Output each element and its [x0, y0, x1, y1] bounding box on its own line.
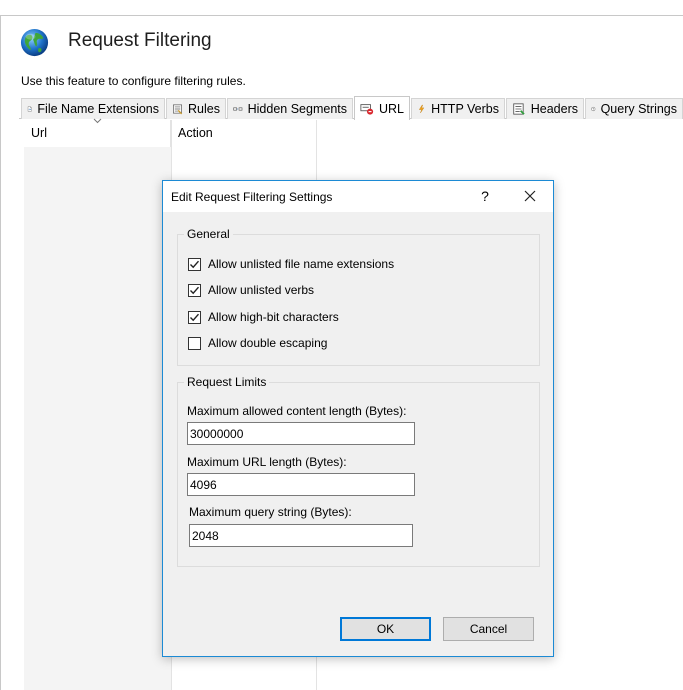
- checkmark-icon: [190, 260, 200, 268]
- rules-icon: [173, 104, 183, 115]
- general-group: General Allow unlisted file name extensi…: [177, 227, 540, 366]
- checkbox-label: Allow high-bit characters: [208, 310, 339, 324]
- close-icon[interactable]: [519, 186, 541, 206]
- page-description: Use this feature to configure filtering …: [21, 74, 246, 88]
- tab-rules[interactable]: Rules: [166, 98, 226, 119]
- column-header-action[interactable]: Action: [178, 126, 213, 140]
- tab-label: Hidden Segments: [247, 102, 347, 116]
- general-legend: General: [184, 227, 233, 241]
- column-header-url[interactable]: Url: [24, 118, 171, 147]
- file-extension-icon: [27, 106, 32, 112]
- ok-button[interactable]: OK: [340, 617, 431, 641]
- lightning-icon: [418, 104, 425, 114]
- edit-request-filtering-dialog: Edit Request Filtering Settings ? Genera…: [162, 180, 554, 657]
- window-top-frame: [0, 0, 683, 16]
- feature-tabstrip: File Name Extensions Rules Hidden Segmen…: [19, 96, 683, 120]
- window-left-frame: [0, 16, 1, 690]
- max-query-string-input[interactable]: [189, 524, 413, 547]
- tab-url[interactable]: URL: [354, 96, 410, 120]
- help-circle-icon: [591, 106, 596, 112]
- max-content-length-input[interactable]: [187, 422, 415, 445]
- checkbox-box[interactable]: [188, 310, 201, 324]
- tab-http-verbs[interactable]: HTTP Verbs: [411, 98, 505, 119]
- checkbox-label: Allow unlisted file name extensions: [208, 257, 395, 271]
- checkbox-label: Allow double escaping: [208, 336, 328, 350]
- tab-label: Query Strings: [600, 102, 677, 116]
- help-button[interactable]: ?: [475, 186, 495, 206]
- request-limits-group: Request Limits Maximum allowed content l…: [177, 375, 540, 567]
- checkbox-label: Allow unlisted verbs: [208, 283, 315, 297]
- checkbox-box[interactable]: [188, 257, 201, 271]
- max-query-string-label: Maximum query string (Bytes):: [189, 505, 352, 519]
- max-url-length-input[interactable]: [187, 473, 415, 496]
- cancel-button[interactable]: Cancel: [443, 617, 534, 641]
- allow-unlisted-extensions-checkbox[interactable]: Allow unlisted file name extensions: [188, 257, 394, 271]
- sort-chevron-icon: [93, 118, 102, 124]
- dialog-titlebar[interactable]: Edit Request Filtering Settings ?: [163, 181, 553, 212]
- tab-file-name-extensions[interactable]: File Name Extensions: [21, 98, 165, 119]
- page-title: Request Filtering: [68, 30, 212, 51]
- checkmark-icon: [190, 313, 200, 321]
- dialog-title: Edit Request Filtering Settings: [171, 190, 333, 204]
- hidden-segments-icon: [233, 107, 243, 111]
- column-header-label: Url: [31, 126, 47, 140]
- tab-label: Headers: [530, 102, 578, 116]
- globe-icon: [20, 28, 49, 57]
- tab-label: HTTP Verbs: [431, 102, 499, 116]
- url-deny-icon: [360, 103, 374, 115]
- tab-query-strings[interactable]: Query Strings: [585, 98, 683, 119]
- allow-high-bit-characters-checkbox[interactable]: Allow high-bit characters: [188, 310, 339, 324]
- allow-double-escaping-checkbox[interactable]: Allow double escaping: [188, 336, 327, 350]
- checkmark-icon: [190, 286, 200, 294]
- max-content-length-label: Maximum allowed content length (Bytes):: [187, 404, 407, 418]
- checkbox-box[interactable]: [188, 336, 201, 350]
- tab-label: URL: [378, 101, 404, 116]
- max-url-length-label: Maximum URL length (Bytes):: [187, 455, 347, 469]
- tab-headers[interactable]: Headers: [506, 98, 584, 119]
- tab-label: Rules: [188, 102, 220, 116]
- url-column: [24, 120, 171, 690]
- checkbox-box[interactable]: [188, 283, 201, 297]
- allow-unlisted-verbs-checkbox[interactable]: Allow unlisted verbs: [188, 283, 314, 297]
- tab-label: File Name Extensions: [37, 102, 159, 116]
- tab-hidden-segments[interactable]: Hidden Segments: [227, 98, 353, 119]
- headers-icon: [513, 103, 525, 115]
- request-limits-legend: Request Limits: [184, 375, 270, 389]
